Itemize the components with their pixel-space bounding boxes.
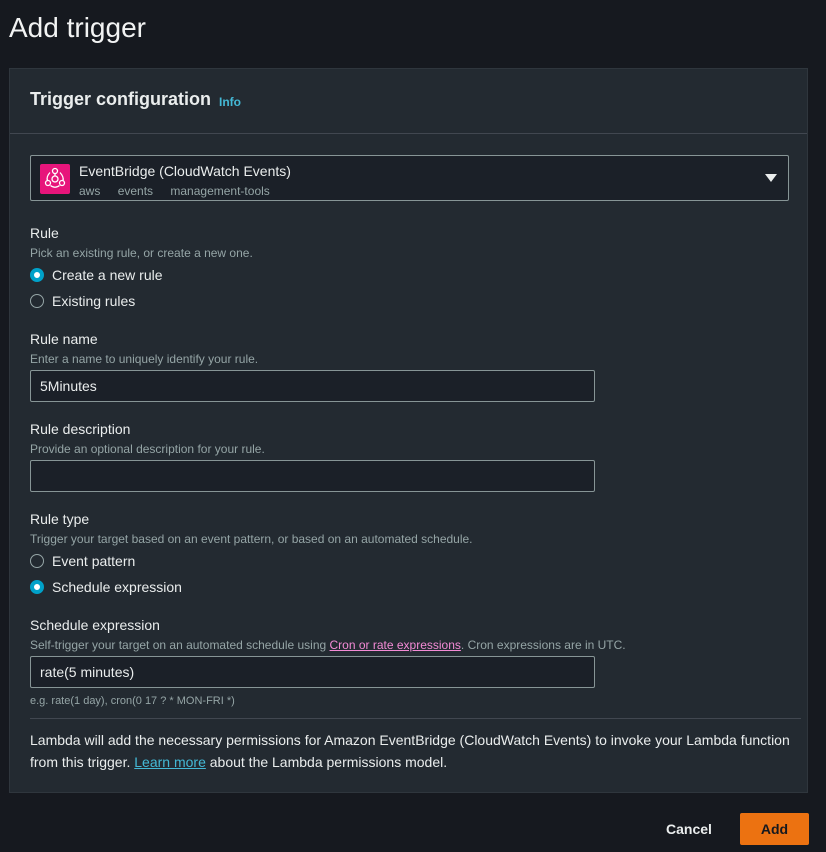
trigger-source-tags: aws events management-tools	[79, 184, 284, 198]
info-link[interactable]: Info	[219, 95, 241, 109]
schedule-expression-input[interactable]: rate(5 minutes)	[30, 656, 595, 688]
panel-header: Trigger configuration Info	[10, 69, 807, 134]
trigger-source-select[interactable]: EventBridge (CloudWatch Events) aws even…	[30, 155, 789, 201]
radio-schedule-expression[interactable]: Schedule expression	[30, 579, 182, 595]
rule-type-label: Rule type	[30, 511, 90, 527]
radio-button[interactable]	[30, 294, 44, 308]
radio-create-new-rule[interactable]: Create a new rule	[30, 267, 163, 283]
learn-more-link[interactable]: Learn more	[134, 754, 206, 770]
notice-suffix: about the Lambda permissions model.	[205, 754, 448, 770]
panel-title: Trigger configuration	[30, 89, 212, 109]
schedule-description-suffix: . Cron expressions are in UTC.	[460, 638, 626, 652]
rule-description-label: Rule description	[30, 421, 131, 437]
radio-label: Schedule expression	[52, 579, 182, 595]
schedule-expression-label: Schedule expression	[30, 617, 160, 633]
cancel-button[interactable]: Cancel	[656, 813, 722, 845]
eventbridge-icon	[40, 164, 70, 194]
permissions-notice: Lambda will add the necessary permission…	[30, 729, 790, 773]
radio-event-pattern[interactable]: Event pattern	[30, 553, 135, 569]
trigger-source-name: EventBridge (CloudWatch Events)	[79, 163, 291, 179]
radio-button[interactable]	[30, 554, 44, 568]
rule-name-label: Rule name	[30, 331, 98, 347]
rule-description-text: Pick an existing rule, or create a new o…	[30, 246, 253, 260]
radio-button[interactable]	[30, 268, 44, 282]
schedule-expression-description: Self-trigger your target on an automated…	[30, 638, 626, 652]
schedule-description-prefix: Self-trigger your target on an automated…	[30, 638, 330, 652]
rule-description-input[interactable]	[30, 460, 595, 492]
rule-description-help: Provide an optional description for your…	[30, 442, 265, 456]
add-button[interactable]: Add	[740, 813, 809, 845]
radio-label: Existing rules	[52, 293, 136, 309]
radio-label: Event pattern	[52, 553, 136, 569]
divider	[30, 718, 801, 719]
rule-type-description: Trigger your target based on an event pa…	[30, 532, 473, 546]
radio-existing-rules[interactable]: Existing rules	[30, 293, 135, 309]
cron-rate-expressions-link[interactable]: Cron or rate expressions	[330, 638, 461, 652]
rule-label: Rule	[30, 225, 59, 241]
page-title: Add trigger	[9, 12, 146, 43]
source-tag: aws	[79, 184, 101, 198]
radio-label: Create a new rule	[52, 267, 163, 283]
source-tag: management-tools	[170, 184, 270, 198]
rule-name-input[interactable]: 5Minutes	[30, 370, 595, 402]
rule-name-description: Enter a name to uniquely identify your r…	[30, 352, 259, 366]
source-tag: events	[117, 184, 154, 198]
caret-down-icon[interactable]	[765, 174, 777, 182]
trigger-configuration-panel: Trigger configuration Info EventBridge (…	[9, 68, 808, 793]
schedule-expression-hint: e.g. rate(1 day), cron(0 17 ? * MON-FRI …	[30, 695, 235, 707]
radio-button[interactable]	[30, 580, 44, 594]
